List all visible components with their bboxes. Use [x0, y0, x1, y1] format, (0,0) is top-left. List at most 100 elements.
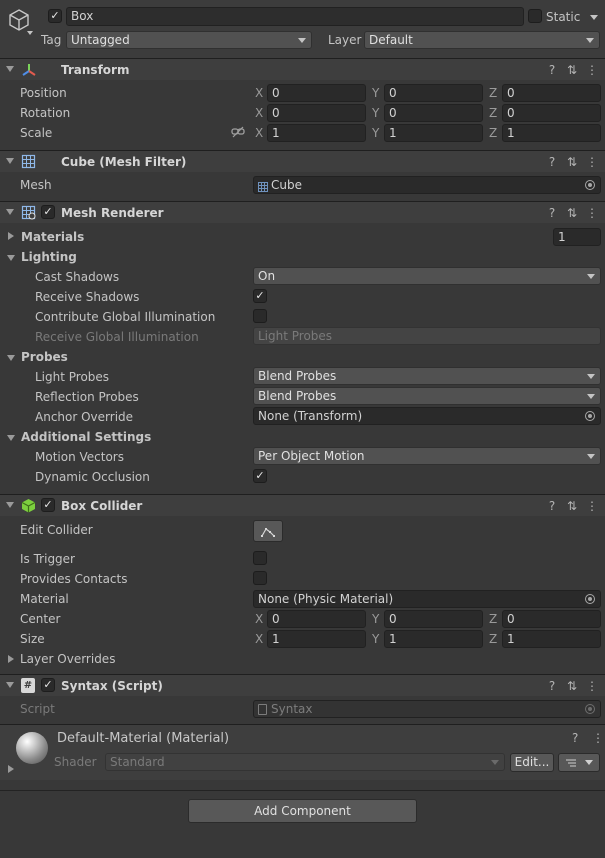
object-picker-icon[interactable]	[585, 594, 595, 604]
materials-foldout-icon[interactable]	[8, 232, 14, 240]
rotation-x-field[interactable]: 0	[267, 104, 366, 122]
object-picker-icon[interactable]	[585, 180, 595, 190]
help-icon[interactable]: ?	[545, 205, 559, 221]
material-foldout-icon[interactable]	[8, 765, 14, 773]
additional-settings-label[interactable]: Additional Settings	[21, 429, 151, 445]
anchor-override-value: None (Transform)	[258, 409, 363, 423]
size-y-field[interactable]: 1	[384, 630, 483, 648]
menu-icon[interactable]: ⋮	[585, 205, 599, 221]
dynamic-occlusion-toggle[interactable]: ✓	[253, 469, 267, 483]
foldout-arrow-icon[interactable]	[6, 158, 14, 164]
mesh-renderer-enabled-toggle[interactable]: ✓	[41, 205, 55, 219]
center-z-axis: Z	[489, 612, 498, 626]
rotation-z-field[interactable]: 0	[502, 104, 601, 122]
box-collider-enabled-toggle[interactable]: ✓	[41, 498, 55, 512]
divider	[0, 790, 605, 791]
mesh-renderer-header[interactable]: ✓ Mesh Renderer ? ⇅ ⋮	[0, 201, 605, 223]
position-x-field[interactable]: 0	[267, 84, 366, 102]
box-collider-header-icons: ? ⇅ ⋮	[545, 498, 605, 514]
foldout-arrow-icon[interactable]	[6, 209, 14, 215]
menu-icon[interactable]: ⋮	[585, 678, 599, 694]
probes-foldout-icon[interactable]	[7, 355, 15, 361]
position-y-field[interactable]: 0	[384, 84, 483, 102]
name-input[interactable]: Box	[66, 7, 524, 26]
syntax-script-enabled-toggle[interactable]: ✓	[41, 678, 55, 692]
edit-collider-button[interactable]	[253, 520, 283, 542]
help-icon[interactable]: ?	[545, 62, 559, 78]
add-component-button[interactable]: Add Component	[188, 799, 417, 823]
mesh-filter-header-icons: ? ⇅ ⋮	[545, 154, 605, 170]
presets-icon[interactable]: ⇅	[565, 498, 579, 514]
layer-overrides-foldout-icon[interactable]	[8, 655, 14, 663]
static-dropdown-arrow-icon[interactable]	[590, 15, 598, 20]
additional-settings-foldout-icon[interactable]	[7, 435, 15, 441]
syntax-script-header[interactable]: # ✓ Syntax (Script) ? ⇅ ⋮	[0, 674, 605, 696]
cast-shadows-dropdown[interactable]: On	[253, 267, 601, 285]
presets-icon[interactable]: ⇅	[565, 154, 579, 170]
rotation-y-field[interactable]: 0	[384, 104, 483, 122]
help-icon[interactable]: ?	[545, 498, 559, 514]
tag-dropdown[interactable]: Untagged	[66, 31, 312, 49]
menu-icon[interactable]: ⋮	[585, 498, 599, 514]
help-icon[interactable]: ?	[545, 678, 559, 694]
position-label: Position	[20, 86, 67, 100]
contribute-gi-toggle[interactable]	[253, 309, 267, 323]
shader-edit-button[interactable]: Edit...	[510, 753, 554, 772]
menu-icon[interactable]: ⋮	[585, 154, 599, 170]
shader-dropdown[interactable]: Standard	[105, 753, 505, 771]
presets-icon[interactable]: ⇅	[565, 678, 579, 694]
scale-y-field[interactable]: 1	[384, 124, 483, 142]
presets-icon[interactable]: ⇅	[565, 205, 579, 221]
lighting-label[interactable]: Lighting	[21, 249, 77, 265]
position-z-field[interactable]: 0	[502, 84, 601, 102]
collider-material-field[interactable]: None (Physic Material)	[253, 590, 601, 608]
menu-icon[interactable]: ⋮	[592, 731, 604, 745]
motion-vectors-dropdown[interactable]: Per Object Motion	[253, 447, 601, 465]
box-collider-header[interactable]: ✓ Box Collider ? ⇅ ⋮	[0, 494, 605, 516]
menu-icon[interactable]: ⋮	[585, 62, 599, 78]
center-y-field[interactable]: 0	[384, 610, 483, 628]
provides-contacts-toggle[interactable]	[253, 571, 267, 585]
script-hash-icon: #	[21, 678, 35, 693]
light-probes-dropdown[interactable]: Blend Probes	[253, 367, 601, 385]
scale-x-field[interactable]: 1	[267, 124, 366, 142]
lighting-foldout-icon[interactable]	[7, 255, 15, 261]
size-x-field[interactable]: 1	[267, 630, 366, 648]
chevron-down-icon	[587, 394, 595, 399]
mesh-filter-header[interactable]: Cube (Mesh Filter) ? ⇅ ⋮	[0, 150, 605, 172]
is-trigger-toggle[interactable]	[253, 551, 267, 565]
center-z-field[interactable]: 0	[502, 610, 601, 628]
scale-z-field[interactable]: 1	[502, 124, 601, 142]
shader-options-button[interactable]	[558, 753, 600, 772]
anchor-override-field[interactable]: None (Transform)	[253, 407, 601, 425]
size-x-value: 1	[272, 632, 280, 646]
active-toggle[interactable]: ✓	[48, 9, 62, 23]
foldout-arrow-icon[interactable]	[6, 682, 14, 688]
transform-header[interactable]: Transform ? ⇅ ⋮	[0, 58, 605, 80]
layer-dropdown[interactable]: Default	[364, 31, 600, 49]
icon-dropdown-arrow-icon[interactable]	[27, 31, 33, 35]
layer-overrides-label[interactable]: Layer Overrides	[20, 651, 115, 667]
help-icon[interactable]: ?	[545, 154, 559, 170]
receive-shadows-toggle[interactable]: ✓	[253, 289, 267, 303]
gameobject-cube-icon[interactable]	[8, 8, 30, 32]
rotation-y-value: 0	[389, 106, 397, 120]
materials-count-field[interactable]: 1	[553, 228, 601, 246]
size-x-axis: X	[255, 632, 264, 646]
constrain-proportions-link-icon[interactable]	[231, 126, 245, 138]
materials-label[interactable]: Materials	[21, 229, 84, 245]
center-x-field[interactable]: 0	[267, 610, 366, 628]
static-toggle[interactable]	[528, 9, 542, 23]
presets-icon[interactable]: ⇅	[565, 62, 579, 78]
foldout-arrow-icon[interactable]	[6, 66, 14, 72]
mesh-object-field[interactable]: Cube	[253, 176, 601, 194]
size-z-field[interactable]: 1	[502, 630, 601, 648]
help-icon[interactable]: ?	[572, 731, 578, 745]
reflection-probes-dropdown[interactable]: Blend Probes	[253, 387, 601, 405]
probes-label[interactable]: Probes	[21, 349, 68, 365]
scale-x-value: 1	[272, 126, 280, 140]
contribute-gi-label: Contribute Global Illumination	[35, 310, 216, 324]
foldout-arrow-icon[interactable]	[6, 502, 14, 508]
material-title: Default-Material (Material)	[57, 731, 230, 746]
object-picker-icon[interactable]	[585, 411, 595, 421]
